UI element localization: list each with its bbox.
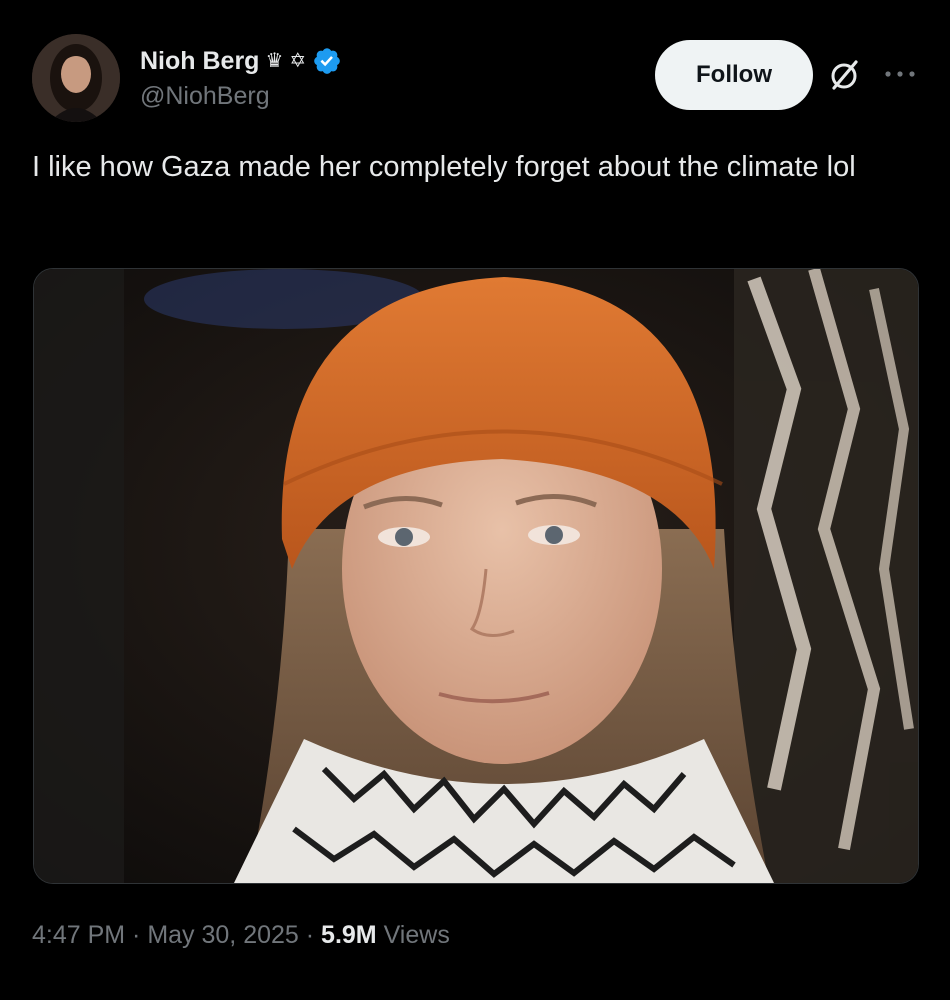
tweet-date[interactable]: May 30, 2025 [147,921,299,950]
tweet-time[interactable]: 4:47 PM [32,921,125,950]
author-name-row: Nioh Berg ♛ ✡ [140,44,342,78]
meta-separator: · [125,921,148,949]
more-options-icon[interactable] [883,64,917,84]
tweet-text: I like how Gaza made her completely forg… [32,151,856,183]
verified-badge-icon[interactable] [312,46,342,76]
crown-badge: ♛ [265,50,284,72]
meta-separator: · [298,921,322,949]
views-count: 5.9M [321,921,377,949]
star-badge: ✡ [289,50,307,72]
grok-icon[interactable] [826,58,862,94]
photo-portrait [34,269,918,883]
author-handle[interactable]: @NiohBerg [140,82,270,111]
views-label: Views [376,921,450,949]
tweet-meta-row: 4:47 PM · May 30, 2025 · 5.9M Views [32,921,450,950]
follow-button[interactable]: Follow [655,40,813,110]
avatar-image [32,34,120,122]
tweet-media-photo[interactable] [33,268,919,884]
author-avatar[interactable] [32,34,120,122]
author-display-name[interactable]: Nioh Berg [140,47,259,76]
